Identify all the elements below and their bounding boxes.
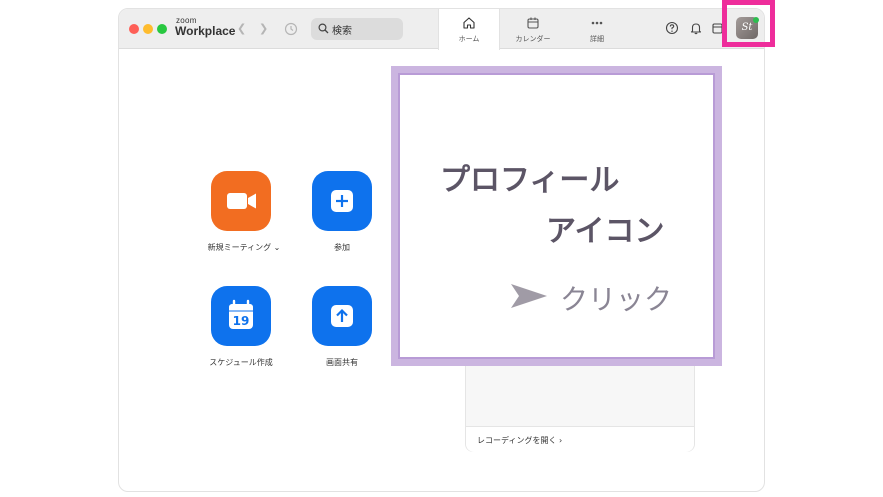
schedule-button[interactable]: 19 <box>211 286 271 346</box>
calendar-19-icon: 19 <box>229 299 253 329</box>
plus-icon <box>331 190 353 212</box>
title-bar: zoom Workplace ❮ ❯ 検索 ホーム カレンダー 詳細 St <box>119 9 764 50</box>
search-box[interactable]: 検索 <box>311 18 403 40</box>
tab-more[interactable]: 詳細 <box>566 9 628 49</box>
new-meeting-label: 新規ミーティング ⌄ <box>207 243 281 252</box>
back-arrow-icon[interactable]: ❮ <box>237 22 246 35</box>
callout-title-line2: アイコン <box>546 214 665 249</box>
search-icon <box>318 23 329 34</box>
profile-highlight-box <box>722 0 775 47</box>
search-label: 検索 <box>332 26 352 37</box>
calendar-icon <box>527 17 539 29</box>
callout-title-line1: プロフィール <box>440 163 620 198</box>
tutorial-callout: プロフィール アイコン クリック <box>391 66 722 366</box>
open-recordings-link[interactable]: レコーディングを開く › <box>477 435 562 446</box>
brand-name: Workplace <box>175 24 236 38</box>
pointer-arrow-icon <box>511 284 547 308</box>
join-label: 参加 <box>334 243 350 252</box>
new-meeting-button[interactable] <box>211 171 271 231</box>
recordings-panel: レコーディングを開く › <box>465 364 695 452</box>
bell-icon[interactable] <box>689 21 703 35</box>
tab-home-label: ホーム <box>458 35 480 43</box>
zoom-window-button[interactable] <box>157 24 167 34</box>
history-icon[interactable] <box>284 22 298 36</box>
calendar-shortcut-icon[interactable] <box>712 21 722 35</box>
schedule-label: スケジュール作成 <box>209 358 273 367</box>
forward-arrow-icon[interactable]: ❯ <box>259 22 268 35</box>
calendar-day-number: 19 <box>233 314 250 328</box>
callout-click-text: クリック <box>560 283 673 316</box>
share-screen-label: 画面共有 <box>326 358 358 367</box>
close-window-button[interactable] <box>129 24 139 34</box>
tab-calendar-label: カレンダー <box>515 35 551 43</box>
share-screen-button[interactable] <box>312 286 372 346</box>
tab-more-label: 詳細 <box>590 35 604 43</box>
help-icon[interactable] <box>665 21 679 35</box>
video-camera-icon <box>227 193 256 209</box>
tab-calendar[interactable]: カレンダー <box>504 9 562 49</box>
more-icon <box>591 21 603 25</box>
minimize-window-button[interactable] <box>143 24 153 34</box>
share-screen-icon <box>331 305 353 327</box>
home-icon <box>463 17 475 29</box>
join-button[interactable] <box>312 171 372 231</box>
tab-home[interactable]: ホーム <box>438 9 500 50</box>
